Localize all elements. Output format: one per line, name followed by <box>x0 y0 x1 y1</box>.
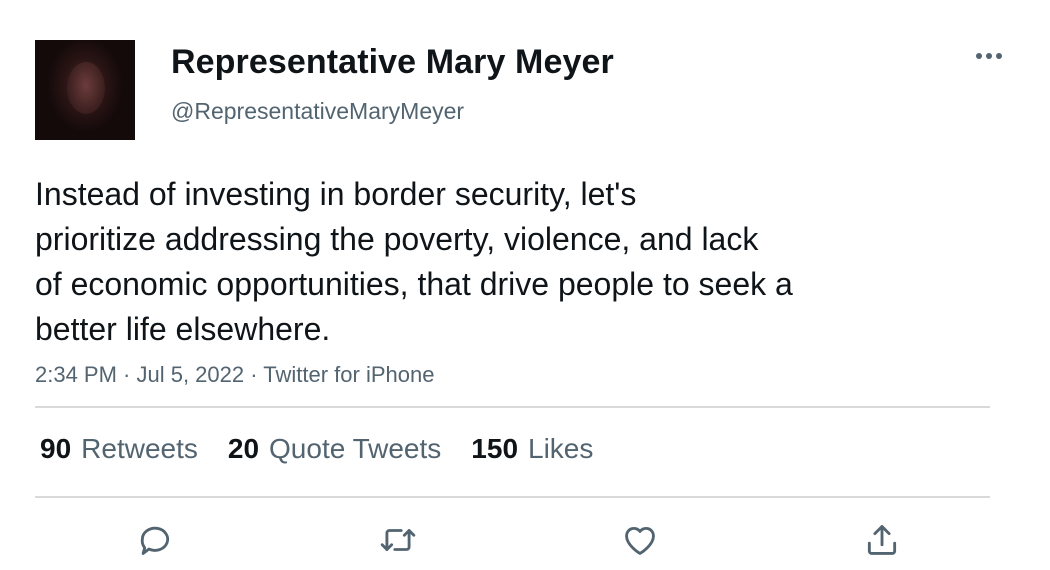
share-button[interactable] <box>860 518 904 562</box>
reply-button[interactable] <box>133 518 177 562</box>
avatar-face <box>67 62 105 114</box>
retweet-button[interactable] <box>376 518 420 562</box>
like-icon <box>625 526 655 555</box>
display-name[interactable]: Representative Mary Meyer <box>171 42 614 82</box>
reply-icon <box>140 526 170 555</box>
divider-bottom <box>35 496 990 498</box>
share-icon <box>867 525 897 555</box>
tweet-text-line: better life elsewhere. <box>35 311 331 347</box>
tweet-text-line: of economic opportunities, that drive pe… <box>35 266 793 302</box>
tweet-text-line: Instead of investing in border security,… <box>35 176 637 212</box>
retweets-label: Retweets <box>81 433 198 464</box>
tweet-text: Instead of investing in border security,… <box>35 172 905 352</box>
more-options-button[interactable] <box>973 44 1005 68</box>
quote-tweets-label: Quote Tweets <box>269 433 442 464</box>
quote-tweets-count: 20 <box>227 433 260 464</box>
likes-label: Likes <box>528 433 594 464</box>
retweets-count: 90 <box>40 433 72 464</box>
tweet-timestamp[interactable]: 2:34 PM · Jul 5, 2022 · Twitter for iPho… <box>35 360 434 390</box>
likes-count: 150 <box>471 433 519 464</box>
avatar[interactable] <box>35 40 135 140</box>
like-button[interactable] <box>618 518 662 562</box>
retweets-stat[interactable]: 90 Retweets <box>40 432 198 466</box>
likes-stat[interactable]: 150 Likes <box>471 432 593 466</box>
retweet-icon <box>380 529 416 551</box>
user-handle[interactable]: @RepresentativeMaryMeyer <box>171 97 464 125</box>
engagement-stats: 90 Retweets 20 Quote Tweets 150 Likes <box>40 432 593 466</box>
quote-tweets-stat[interactable]: 20 Quote Tweets <box>228 432 441 466</box>
more-icon <box>976 53 1002 59</box>
tweet-text-line: prioritize addressing the poverty, viole… <box>35 221 759 257</box>
divider-top <box>35 406 990 408</box>
